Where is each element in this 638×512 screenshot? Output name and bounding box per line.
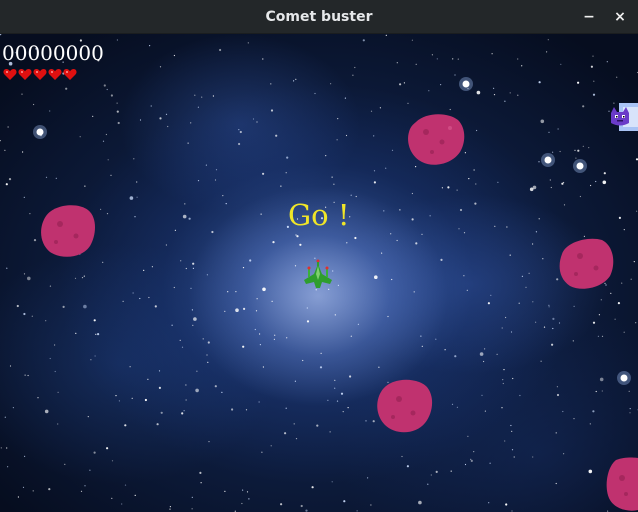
heart-icon — [18, 69, 32, 80]
game-window: Comet buster − × 00000000 Go ! — [0, 0, 638, 512]
heart-icon — [3, 69, 17, 80]
asteroid-icon — [377, 379, 433, 433]
titlebar: Comet buster − × — [0, 0, 638, 34]
minimize-button[interactable]: − — [577, 5, 601, 29]
score-counter: 00000000 — [2, 41, 104, 65]
go-message: Go ! — [288, 198, 350, 232]
heart-icon — [63, 69, 77, 80]
spaceship-icon — [304, 259, 332, 288]
close-button[interactable]: × — [608, 5, 632, 29]
nyan-cat-icon — [611, 103, 638, 131]
asteroid-icon — [41, 205, 95, 257]
heart-icon — [48, 69, 62, 80]
asteroid-icon — [606, 457, 638, 511]
asteroid-icon — [408, 114, 465, 165]
lives-indicator — [3, 68, 77, 81]
game-canvas[interactable]: 00000000 Go ! — [0, 34, 638, 512]
heart-icon — [33, 69, 47, 80]
window-title: Comet buster — [265, 8, 373, 25]
asteroid-icon — [559, 238, 614, 289]
